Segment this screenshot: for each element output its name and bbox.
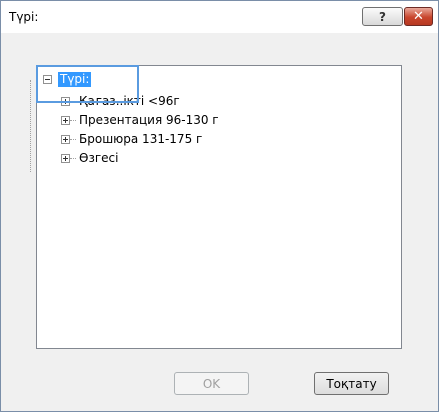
expand-icon[interactable]	[61, 135, 70, 144]
tree-item-label[interactable]: Презентация 96-130 г	[79, 113, 219, 128]
selection-highlight-box	[36, 65, 139, 103]
title-bar: Түрі: ? ✕	[1, 1, 438, 33]
question-mark-icon: ?	[379, 9, 386, 24]
tree-item-label[interactable]: Брошюра 131-175 г	[79, 132, 202, 147]
tree-item-label[interactable]: Өзгесі	[79, 151, 118, 166]
tree-branch-line	[70, 158, 76, 159]
tree-item-other[interactable]: Өзгесі	[61, 151, 118, 166]
tree-branch-line	[70, 139, 76, 140]
cancel-button[interactable]: Тоқтату	[314, 372, 389, 395]
ok-button[interactable]: OK	[174, 372, 249, 395]
tree-item-brochure[interactable]: Брошюра 131-175 г	[61, 132, 202, 147]
close-button[interactable]: ✕	[404, 7, 433, 26]
expand-icon[interactable]	[61, 154, 70, 163]
help-button[interactable]: ?	[362, 7, 403, 26]
tree-branch-line	[70, 120, 76, 121]
close-x-icon: ✕	[413, 9, 424, 24]
dialog-title: Түрі:	[9, 10, 39, 24]
tree-item-presentation[interactable]: Презентация 96-130 г	[61, 113, 219, 128]
expand-icon[interactable]	[61, 116, 70, 125]
tree-connector-line	[30, 80, 31, 172]
